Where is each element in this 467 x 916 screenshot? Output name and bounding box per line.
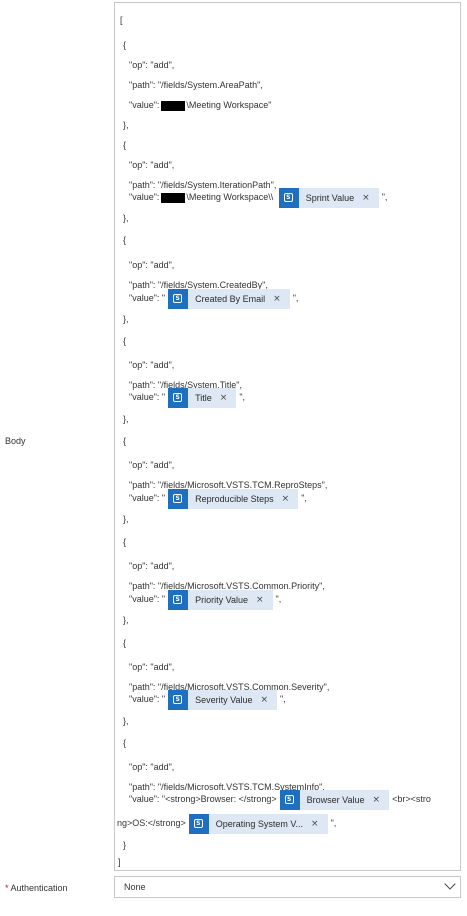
code-line: "op": "add",: [129, 160, 175, 170]
code-line: "op": "add",: [129, 60, 175, 70]
token-label: Sprint Value: [305, 192, 355, 203]
authentication-selected-value: None: [124, 882, 146, 892]
body-editor[interactable]: [ { "op": "add", "path": "/fields/System…: [114, 2, 461, 871]
code-text: "value": ": [129, 392, 166, 402]
redacted-text: [161, 100, 186, 111]
dynamic-content-token-severity-value[interactable]: S Severity Value ×: [168, 689, 278, 710]
dynamic-content-token-priority-value[interactable]: S Priority Value ×: [168, 589, 273, 610]
required-marker: *: [5, 883, 9, 893]
code-text: <br><stro: [392, 794, 431, 804]
code-text: "value": "<strong>Browser: </strong>: [129, 794, 277, 804]
code-line: "op": "add",: [129, 561, 175, 571]
code-line: {: [123, 235, 127, 245]
code-line: "op": "add",: [129, 662, 175, 672]
token-label: Severity Value: [195, 694, 253, 705]
token-label: Operating System V...: [215, 818, 304, 829]
remove-token-icon[interactable]: ×: [282, 489, 290, 509]
sharepoint-icon: S: [168, 387, 189, 408]
code-text: ",: [330, 818, 337, 828]
code-line: {: [123, 436, 127, 446]
code-line: "op": "add",: [129, 460, 175, 470]
code-text: ",: [239, 392, 246, 402]
code-line: "value": " S Priority Value × ",: [129, 589, 460, 611]
code-text: ng>OS:</strong>: [117, 818, 186, 828]
authentication-label-text: Authentication: [10, 883, 68, 893]
sharepoint-icon: S: [168, 488, 189, 509]
remove-token-icon[interactable]: ×: [260, 690, 268, 710]
code-line: "value": \Meeting Workspace\\ S Sprint Val…: [129, 187, 460, 209]
code-line: "value": \Meeting Workspace": [129, 95, 460, 115]
code-line: "value": "<strong>Browser: </strong> S Bro…: [129, 789, 460, 811]
remove-token-icon[interactable]: ×: [256, 590, 264, 610]
remove-token-icon[interactable]: ×: [220, 388, 228, 408]
redacted-text: [161, 192, 186, 203]
code-text: ",: [280, 694, 286, 704]
dynamic-content-token-sprint-value[interactable]: S Sprint Value ×: [278, 187, 379, 208]
sharepoint-icon: S: [279, 789, 300, 810]
code-text: "value":: [129, 192, 160, 202]
code-text: "value":: [129, 100, 160, 110]
code-line: "value": " S Severity Value × ",: [129, 689, 460, 711]
authentication-label: * Authentication: [5, 883, 68, 893]
sharepoint-icon: S: [168, 288, 189, 309]
code-line: },: [123, 514, 129, 524]
code-line: },: [123, 314, 129, 324]
remove-token-icon[interactable]: ×: [273, 289, 281, 309]
dynamic-content-token-title[interactable]: S Title ×: [168, 387, 237, 408]
remove-token-icon[interactable]: ×: [362, 188, 370, 208]
token-label: Browser Value: [306, 794, 365, 805]
code-line: },: [123, 213, 129, 223]
code-text: ",: [381, 192, 388, 202]
dynamic-content-token-browser-value[interactable]: S Browser Value ×: [279, 789, 390, 810]
code-line: {: [123, 40, 127, 50]
sharepoint-icon: S: [168, 589, 189, 610]
code-text: ",: [301, 493, 307, 503]
code-text: ",: [275, 594, 282, 604]
code-line: "op": "add",: [129, 762, 175, 772]
code-text: "value": ": [129, 694, 166, 704]
code-text: "value": ": [129, 293, 166, 303]
token-label: Reproducible Steps: [195, 493, 274, 504]
body-label: Body: [5, 436, 26, 446]
code-line: ng>OS:</strong> S Operating System V... × ",: [117, 813, 460, 835]
token-label: Priority Value: [195, 594, 248, 605]
code-line: ]: [118, 857, 121, 867]
chevron-down-icon: [444, 878, 456, 890]
code-line: {: [123, 140, 127, 150]
token-label: Created By Email: [195, 293, 266, 304]
code-line: {: [123, 537, 127, 547]
code-line: },: [123, 615, 129, 625]
code-line: {: [123, 638, 127, 648]
dynamic-content-token-created-by-email[interactable]: S Created By Email ×: [168, 288, 290, 309]
code-line: "op": "add",: [129, 360, 175, 370]
remove-token-icon[interactable]: ×: [373, 790, 381, 810]
code-line: },: [123, 414, 129, 424]
code-line: [: [120, 15, 123, 25]
remove-token-icon[interactable]: ×: [311, 814, 319, 834]
code-line: "value": " S Reproducible Steps × ",: [129, 488, 460, 510]
code-text: \Meeting Workspace": [186, 100, 272, 110]
code-line: "value": " S Title × ",: [129, 387, 460, 409]
sharepoint-icon: S: [168, 689, 189, 710]
code-text: \Meeting Workspace\\: [186, 192, 274, 202]
sharepoint-icon: S: [278, 187, 299, 208]
code-line: {: [123, 738, 127, 748]
code-text: "value": ": [129, 493, 166, 503]
sharepoint-icon: S: [188, 813, 209, 834]
dynamic-content-token-operating-system-value[interactable]: S Operating System V... ×: [188, 813, 328, 834]
code-line: {: [123, 336, 127, 346]
code-line: },: [123, 716, 129, 726]
code-line: "op": "add",: [129, 260, 175, 270]
token-label: Title: [195, 392, 212, 403]
code-line: },: [123, 120, 129, 130]
dynamic-content-token-reproducible-steps[interactable]: S Reproducible Steps ×: [168, 488, 299, 509]
code-line: "value": " S Created By Email × ",: [129, 288, 460, 310]
code-text: ",: [292, 293, 299, 303]
code-text: "value": ": [129, 594, 166, 604]
code-line: "path": "/fields/System.AreaPath",: [129, 80, 263, 90]
authentication-dropdown[interactable]: None: [114, 876, 461, 898]
